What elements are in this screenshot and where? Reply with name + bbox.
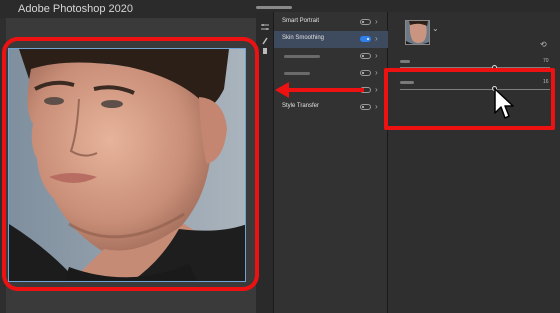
chevron-right-icon[interactable]: › <box>375 17 378 26</box>
brush-icon[interactable] <box>260 32 270 45</box>
chevron-right-icon[interactable]: › <box>375 102 378 111</box>
panel-drag-handle[interactable] <box>256 6 292 9</box>
chevron-right-icon[interactable]: › <box>375 68 378 77</box>
app-title: Adobe Photoshop 2020 <box>18 3 133 15</box>
preview-thumbnail[interactable] <box>405 20 430 45</box>
filter-toggle[interactable] <box>360 70 371 76</box>
filter-row-smart-portrait[interactable]: Smart Portrait › <box>274 14 388 31</box>
chevron-down-icon[interactable]: ⌄ <box>432 24 439 33</box>
slider-highlight-box <box>384 68 555 130</box>
filter-label: Style Transfer <box>282 103 320 109</box>
photo-highlight-box <box>2 37 259 291</box>
toggle-knob <box>362 106 364 108</box>
filter-label: Smart Portrait <box>282 18 320 24</box>
slider-value: 70 <box>543 58 549 64</box>
filter-row-style-transfer[interactable]: Style Transfer › <box>274 99 388 116</box>
thumbnail-image <box>406 21 429 44</box>
filter-row-placeholder[interactable]: › <box>274 65 388 82</box>
toggle-knob <box>362 72 364 74</box>
filter-label: Skin Smoothing <box>282 35 325 41</box>
filter-row-skin-smoothing[interactable]: Skin Smoothing › <box>274 31 388 48</box>
filter-label-placeholder <box>284 72 310 75</box>
sliders-icon[interactable] <box>260 18 270 30</box>
filter-row-placeholder[interactable]: › <box>274 48 388 65</box>
neural-filter-list: Smart Portrait › Skin Smoothing › › › › … <box>274 12 388 313</box>
pointer-arrow-icon <box>275 82 289 98</box>
slider-label-placeholder <box>400 60 410 63</box>
chevron-right-icon[interactable]: › <box>375 85 378 94</box>
filter-label-placeholder <box>284 55 320 58</box>
chevron-right-icon[interactable]: › <box>375 34 378 43</box>
filter-toggle[interactable] <box>360 19 371 25</box>
toggle-knob <box>362 21 364 23</box>
eraser-icon[interactable] <box>260 42 270 54</box>
chevron-right-icon[interactable]: › <box>375 51 378 60</box>
filter-toggle[interactable] <box>360 53 371 59</box>
pointer-arrow-shaft <box>288 88 364 92</box>
filter-settings-panel <box>388 12 560 313</box>
filter-toggle[interactable] <box>360 104 371 110</box>
reset-icon[interactable]: ⟲ <box>540 40 547 49</box>
toggle-knob <box>367 38 369 40</box>
filter-toggle[interactable] <box>360 36 371 42</box>
toggle-knob <box>362 55 364 57</box>
